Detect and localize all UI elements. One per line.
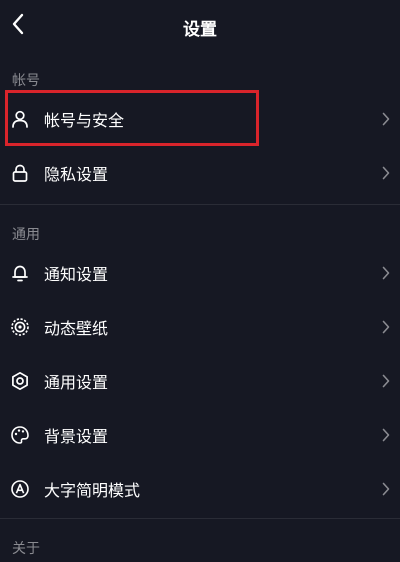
chevron-right-icon <box>382 166 390 180</box>
large-font-icon <box>10 479 30 499</box>
setting-item-label: 通知设置 <box>44 265 109 284</box>
setting-item-label: 大字简明模式 <box>44 481 141 500</box>
chevron-right-icon <box>382 482 390 496</box>
chevron-right-icon <box>382 112 390 126</box>
section-divider <box>0 518 400 519</box>
setting-item-privacy[interactable]: 隐私设置 <box>0 146 400 200</box>
section-label-account: 帐号 <box>12 73 40 89</box>
setting-item-label: 通用设置 <box>44 373 109 392</box>
bell-icon <box>10 263 30 283</box>
gear-icon <box>10 371 30 391</box>
section-divider <box>0 204 400 205</box>
chevron-left-icon <box>12 13 24 35</box>
palette-icon <box>10 425 30 445</box>
chevron-right-icon <box>382 320 390 334</box>
setting-item-dynamic-wallpaper[interactable]: 动态壁纸 <box>0 300 400 354</box>
page-title: 设置 <box>183 20 217 40</box>
chevron-right-icon <box>382 266 390 280</box>
setting-item-background[interactable]: 背景设置 <box>0 408 400 462</box>
chevron-right-icon <box>382 374 390 388</box>
setting-item-notifications[interactable]: 通知设置 <box>0 246 400 300</box>
back-button[interactable] <box>8 10 32 38</box>
setting-item-account-security[interactable]: 帐号与安全 <box>0 92 400 146</box>
setting-item-general-settings[interactable]: 通用设置 <box>0 354 400 408</box>
user-icon <box>10 109 30 129</box>
section-label-general: 通用 <box>12 227 40 243</box>
top-nav-bar: 设置 <box>0 0 400 56</box>
dynamic-wallpaper-icon <box>10 317 30 337</box>
chevron-right-icon <box>382 428 390 442</box>
setting-item-large-font-mode[interactable]: 大字简明模式 <box>0 462 400 516</box>
section-label-about: 关于 <box>12 541 40 557</box>
setting-item-label: 动态壁纸 <box>44 319 109 338</box>
setting-item-label: 背景设置 <box>44 427 109 446</box>
lock-icon <box>10 163 30 183</box>
setting-item-label: 隐私设置 <box>44 165 109 184</box>
setting-item-label: 帐号与安全 <box>44 111 125 130</box>
